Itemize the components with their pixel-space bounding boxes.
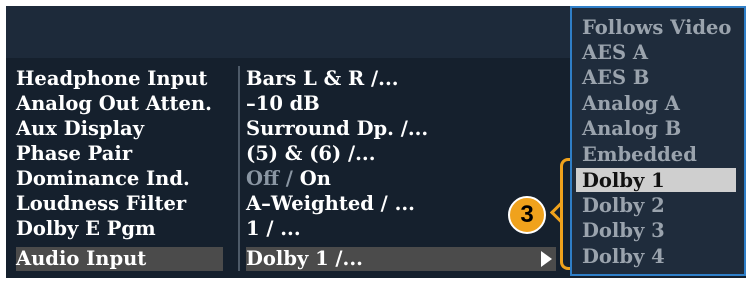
setting-label: Dolby E Pgm [16,217,156,240]
setting-label: Aux Display [16,117,145,140]
submenu-arrow-icon[interactable] [541,251,552,267]
submenu-item-analog-b[interactable]: Analog B [582,116,681,141]
setting-value: Off / On [246,166,331,191]
setting-label: Loudness Filter [16,192,187,215]
submenu-item-dolby-2[interactable]: Dolby 2 [582,193,665,218]
setting-value: A–Weighted / ... [246,192,415,215]
setting-label: Analog Out Atten. [16,92,212,115]
submenu-item-aes-b[interactable]: AES B [582,65,649,90]
setting-value: Surround Dp. /... [246,117,429,140]
submenu-item-aes-a[interactable]: AES A [582,40,648,65]
submenu-item-follows-video[interactable]: Follows Video [582,15,731,40]
setting-value: Bars L & R /... [246,67,399,90]
setting-value: 1 / ... [246,217,301,240]
setting-value: –10 dB [246,92,320,115]
column-separator [238,66,240,271]
option-off: Off [246,167,279,190]
audio-input-submenu: Follows Video AES A AES B Analog A Analo… [570,6,746,276]
option-separator: / [279,167,300,190]
audio-settings-screen: Headphone Input Bars L & R /... Analog O… [6,6,746,278]
submenu-item-analog-a[interactable]: Analog A [582,91,680,116]
setting-value: Dolby 1 /... [246,247,363,270]
callout-number-badge: 3 [508,196,546,234]
setting-value: (5) & (6) /... [246,142,376,165]
submenu-item-dolby-4[interactable]: Dolby 4 [582,244,665,269]
submenu-item-dolby-3[interactable]: Dolby 3 [582,218,665,243]
setting-label: Phase Pair [16,142,133,165]
submenu-item-dolby-1[interactable]: Dolby 1 [582,168,665,193]
submenu-item-embedded[interactable]: Embedded [582,142,697,167]
setting-label: Audio Input [16,247,147,270]
setting-label: Headphone Input [16,67,208,90]
setting-label: Dominance Ind. [16,167,190,190]
option-on: On [299,167,331,190]
